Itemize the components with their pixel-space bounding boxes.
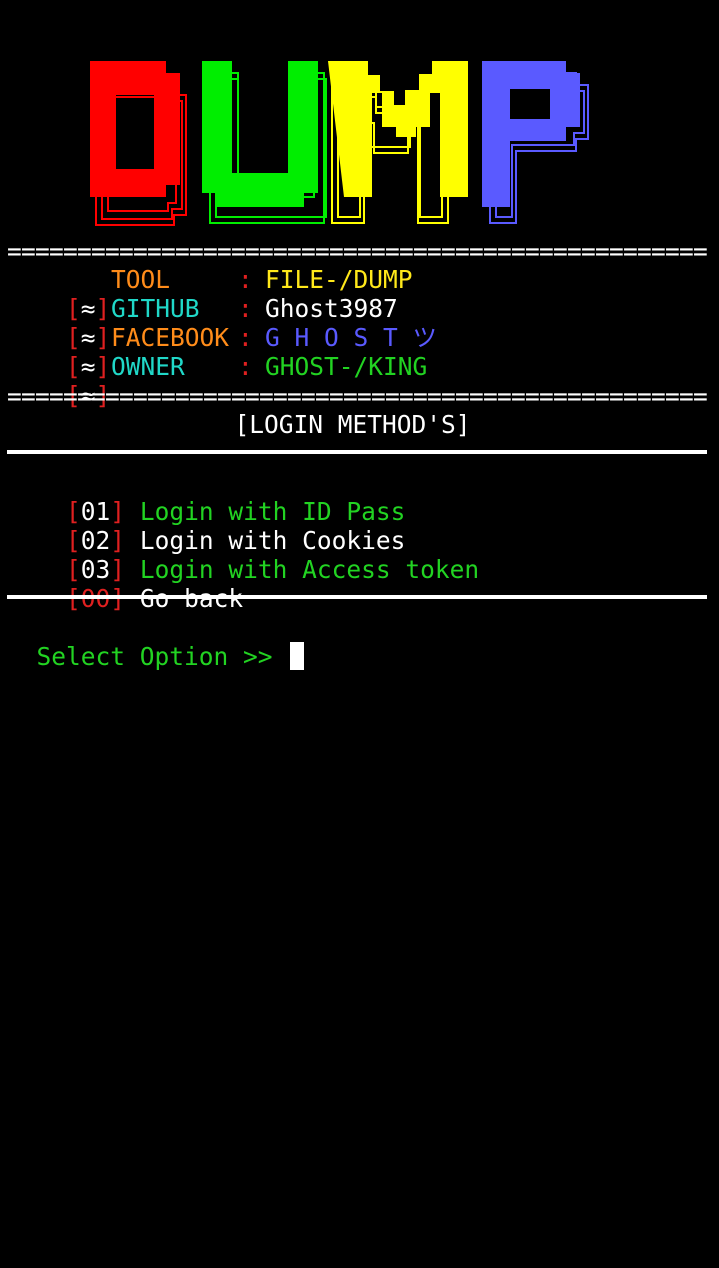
solid-rule-bottom (7, 595, 707, 599)
dump-banner-logo (90, 61, 589, 226)
info-label-owner: OWNER (111, 352, 185, 381)
option-01[interactable]: [01] Login with ID Pass (7, 468, 405, 526)
info-row-github: [≈] (66, 323, 111, 352)
info-value-github: Ghost3987 (265, 294, 398, 323)
terminal-cursor[interactable] (290, 642, 305, 670)
info-colon: : (238, 352, 253, 381)
info-value-tool: FILE-/DUMP (265, 265, 413, 294)
info-row-tool: [≈] (66, 294, 111, 323)
select-option-prompt[interactable]: Select Option >> (7, 613, 305, 671)
info-colon: : (238, 265, 253, 294)
info-colon: : (238, 294, 253, 323)
solid-rule-top (7, 450, 707, 454)
banner-letter-p-fill (482, 61, 580, 207)
double-rule-bottom: ========================================… (7, 382, 708, 411)
info-value-facebook: G H O S T ツ (265, 323, 438, 352)
info-label-github: GITHUB (111, 294, 200, 323)
banner-letter-u-fill (202, 61, 318, 207)
login-methods-title: [LOGIN METHOD'S] (234, 410, 471, 439)
banner-letter-m-fill (328, 61, 468, 197)
double-rule-top: ========================================… (7, 237, 708, 266)
info-label-tool: TOOL (111, 265, 171, 294)
info-row-facebook: [≈] (66, 352, 111, 381)
info-label-facebook: FACEBOOK (111, 323, 230, 352)
option-02[interactable]: [02] Login with Cookies (7, 497, 405, 555)
option-03[interactable]: [03] Login with Access token (7, 526, 479, 584)
info-colon: : (238, 323, 253, 352)
option-00[interactable]: [00] Go back (7, 555, 243, 613)
info-value-owner: GHOST-/KING (265, 352, 428, 381)
banner-letter-d-fill (90, 61, 180, 197)
prompt-text: Select Option >> (36, 642, 288, 671)
info-row-owner: [≈] (66, 381, 111, 410)
